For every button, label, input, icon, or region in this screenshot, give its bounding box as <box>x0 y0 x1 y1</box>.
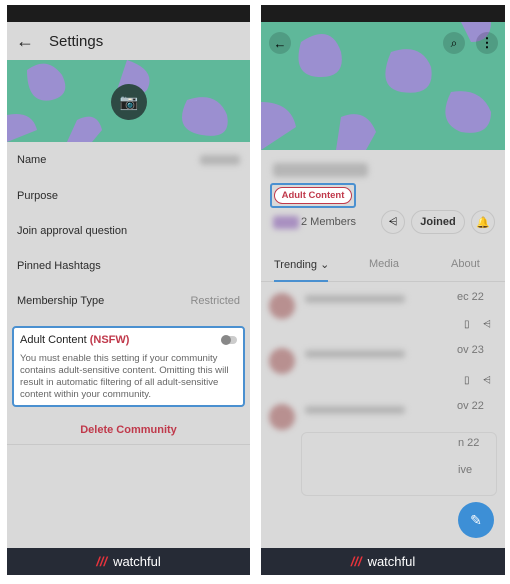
watchful-logo-icon: /// <box>350 554 362 569</box>
tab-media[interactable]: Media <box>369 258 399 270</box>
compose-post-button[interactable]: ✎ <box>458 502 494 538</box>
camera-plus-icon[interactable]: 📷 <box>111 84 147 120</box>
bookmark-icon[interactable]: ▯ <box>464 375 470 386</box>
adult-content-badge: Adult Content <box>274 187 352 204</box>
joined-button[interactable]: Joined <box>411 210 465 234</box>
member-count[interactable]: 2 Members <box>301 216 356 228</box>
quoted-post[interactable]: n 22 ive <box>301 432 497 496</box>
avatar <box>269 293 295 319</box>
post-item[interactable]: ov 23 ▯ ⩤ <box>261 342 505 402</box>
adult-content-label: Adult Content <box>20 334 87 346</box>
setting-membership-type[interactable]: Membership Type Restricted <box>7 283 250 318</box>
post-author <box>305 350 405 358</box>
post-author <box>305 406 405 414</box>
community-name <box>273 163 368 177</box>
settings-screen: ← Settings 📷 Name Purpose Join approval … <box>7 5 250 575</box>
nsfw-toggle[interactable] <box>221 335 237 345</box>
adult-content-badge-highlight: Adult Content <box>270 183 356 208</box>
watchful-logo-icon: /// <box>96 554 108 569</box>
post-author <box>305 295 405 303</box>
brand-name: watchful <box>367 554 416 569</box>
community-screen: ← ⌕ ⋮ Adult Content 2 Members ⩤ Joined 🔔… <box>261 5 505 575</box>
row-label: Pinned Hashtags <box>17 259 101 272</box>
tab-trending[interactable]: Trending ⌄ <box>274 258 329 271</box>
setting-name[interactable]: Name <box>7 142 250 177</box>
more-options-icon[interactable]: ⋮ <box>476 32 498 54</box>
share-icon[interactable]: ⩤ <box>483 375 491 386</box>
adult-content-setting: Adult Content (NSFW) You must enable thi… <box>12 326 245 407</box>
back-arrow-icon[interactable]: ← <box>7 31 43 52</box>
post-date: ec 22 <box>457 291 484 303</box>
setting-purpose[interactable]: Purpose <box>7 178 250 213</box>
status-bar <box>7 5 250 22</box>
status-bar <box>261 5 505 22</box>
row-label: Purpose <box>17 189 58 202</box>
back-arrow-icon[interactable]: ← <box>269 32 291 54</box>
post-item[interactable]: ec 22 ▯ ⩤ <box>261 285 505 345</box>
watchful-footer: /// watchful <box>7 548 250 575</box>
avatar <box>269 348 295 374</box>
brand-name: watchful <box>113 554 161 569</box>
quoted-date: n 22 <box>458 437 480 449</box>
settings-header: ← Settings <box>7 22 250 60</box>
nsfw-tag: (NSFW) <box>89 334 130 346</box>
tab-about[interactable]: About <box>451 258 480 270</box>
quoted-snippet: ive <box>458 464 473 476</box>
search-icon[interactable]: ⌕ <box>443 32 465 54</box>
setting-pinned-hashtags[interactable]: Pinned Hashtags <box>7 248 250 283</box>
share-icon[interactable]: ⩤ <box>483 319 491 330</box>
share-icon[interactable]: ⩤ <box>381 210 405 234</box>
post-date: ov 22 <box>457 400 484 412</box>
row-label: Name <box>17 153 47 166</box>
tab-active-indicator <box>274 280 328 282</box>
watchful-footer: /// watchful <box>261 548 505 575</box>
row-label: Join approval question <box>17 224 128 237</box>
bookmark-icon[interactable]: ▯ <box>464 319 470 330</box>
member-avatars <box>273 216 299 229</box>
tab-bar: Trending ⌄ Media About <box>261 252 505 282</box>
avatar <box>269 404 295 430</box>
delete-community-button[interactable]: Delete Community <box>7 415 250 445</box>
community-banner <box>261 22 505 150</box>
setting-join-question[interactable]: Join approval question <box>7 213 250 248</box>
name-value <box>200 154 240 165</box>
row-value: Restricted <box>190 294 240 307</box>
row-label: Membership Type <box>17 294 105 307</box>
bell-plus-icon[interactable]: 🔔 <box>471 210 495 234</box>
page-title: Settings <box>49 32 104 50</box>
post-date: ov 23 <box>457 344 484 356</box>
toggle-knob <box>221 335 231 345</box>
adult-content-description: You must enable this setting if your com… <box>20 353 229 400</box>
